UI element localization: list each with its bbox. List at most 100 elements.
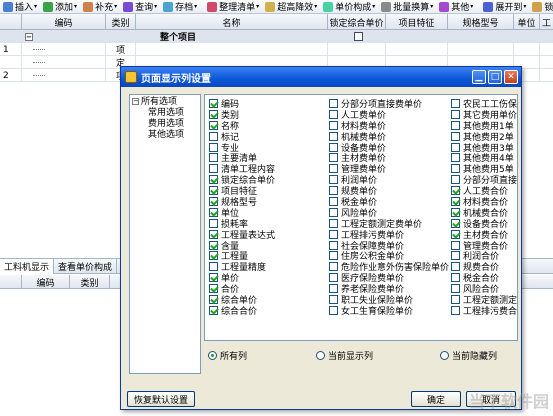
row-expander[interactable]: − [22,30,106,43]
column-header-2[interactable]: 类别 [106,14,136,30]
lower-col-category[interactable]: 类别 [70,275,110,289]
column-header-7[interactable]: 单位 [514,14,540,30]
toolbar-button-5[interactable]: 整理清单 ▾ [204,0,262,13]
toolbar-button-0[interactable]: 插入 ▾ [0,0,40,13]
tab-material-display[interactable]: 工料机显示 [0,258,55,274]
toolbar-button-8[interactable]: 批量换算 ▾ [378,0,436,13]
option-checkbox[interactable] [209,229,218,239]
toolbar-button-11[interactable]: 锁定清单▾ [529,0,553,13]
radio-dot[interactable] [208,350,217,360]
option-checkbox[interactable] [329,120,338,130]
option-col1-0[interactable]: 编码 [209,98,275,110]
column-header-5[interactable]: 项目特征 [386,14,448,30]
option-checkbox[interactable] [329,251,338,261]
option-checkbox[interactable] [209,251,218,261]
collapse-icon[interactable]: − [132,98,139,105]
tab-unit-price-composition[interactable]: 查看单价构成 [54,258,118,274]
tree-node-all[interactable]: − 所有选项 [132,97,198,108]
lower-col-code[interactable]: 编码 [22,275,70,289]
option-checkbox[interactable] [209,207,218,217]
column-header-0[interactable] [0,14,22,30]
option-checkbox[interactable] [209,294,218,304]
option-col1-3[interactable]: 标记 [209,131,275,143]
option-checkbox[interactable] [329,164,338,174]
option-checkbox[interactable] [209,284,218,294]
option-checkbox[interactable] [451,305,460,315]
option-checkbox[interactable] [209,273,218,283]
column-header-6[interactable]: 规格型号 [448,14,514,30]
option-checkbox[interactable] [209,164,218,174]
option-checkbox[interactable] [209,142,218,152]
dialog-titlebar[interactable]: 页面显示列设置 ▁ □ ✕ [121,67,521,87]
toolbar-button-3[interactable]: 查询 ▾ [120,0,160,13]
option-checkbox[interactable] [329,284,338,294]
option-col1-2[interactable]: 名称 [209,120,275,132]
toolbar-button-6[interactable]: 超高降效 ▾ [262,0,320,13]
toolbar-button-9[interactable]: 其他 ▾ [436,0,476,13]
option-checkbox[interactable] [329,98,338,108]
option-checkbox[interactable] [451,207,460,217]
option-checkbox[interactable] [451,131,460,141]
option-checkbox[interactable] [329,229,338,239]
option-checkbox[interactable] [451,251,460,261]
toolbar-button-7[interactable]: 单价构成 ▾ [320,0,378,13]
option-checkbox[interactable] [451,273,460,283]
column-header-1[interactable]: 编码 [22,14,106,30]
toolbar-button-4[interactable]: 存档 ▾ [160,0,200,13]
option-checkbox[interactable] [451,120,460,130]
group-row[interactable]: − 整个项目 [0,30,553,43]
option-checkbox[interactable] [451,218,460,228]
option-checkbox[interactable] [329,240,338,250]
option-checkbox[interactable] [451,98,460,108]
option-checkbox[interactable] [209,153,218,163]
option-checkbox[interactable] [451,262,460,272]
option-checkbox[interactable] [451,284,460,294]
option-checkbox[interactable] [209,131,218,141]
option-col1-15[interactable]: 工程量精度 [209,261,275,273]
option-checkbox[interactable] [209,262,218,272]
option-checkbox[interactable] [209,98,218,108]
option-checkbox[interactable] [451,109,460,119]
option-checkbox[interactable] [209,240,218,250]
option-col1-12[interactable]: 工程量表达式 [209,229,275,241]
maximize-button[interactable]: □ [488,70,502,84]
option-checkbox[interactable] [451,196,460,206]
restore-defaults-button[interactable]: 恢复默认设置 [127,391,195,407]
option-col1-1[interactable]: 类别 [209,109,275,121]
option-col1-9[interactable]: 规格型号 [209,196,275,208]
option-checkbox[interactable] [329,131,338,141]
column-header-8[interactable]: 工 [540,14,553,30]
option-checkbox[interactable] [451,186,460,196]
option-checkbox[interactable] [329,186,338,196]
radio-1[interactable]: 当前显示列 [316,349,373,362]
option-checkbox[interactable] [329,262,338,272]
toolbar-button-2[interactable]: 补充 ▾ [80,0,120,13]
tree-node-cost[interactable]: 费用选项 [132,119,198,130]
option-checkbox[interactable] [209,186,218,196]
option-col1-19[interactable]: 综合合价 [209,305,275,317]
ok-button[interactable]: 确定 [411,391,461,407]
option-checkbox[interactable] [209,109,218,119]
close-button[interactable]: ✕ [504,70,518,84]
option-col1-16[interactable]: 单价 [209,272,275,284]
option-checkbox[interactable] [329,294,338,304]
option-checkbox[interactable] [209,305,218,315]
option-checkbox[interactable] [329,153,338,163]
option-checkbox[interactable] [329,305,338,315]
tree-node-common[interactable]: 常用选项 [132,108,198,119]
option-checkbox[interactable] [209,196,218,206]
option-checkbox[interactable] [451,142,460,152]
table-row[interactable]: 1项 [0,43,553,56]
option-checkbox[interactable] [329,142,338,152]
option-checkbox[interactable] [451,294,460,304]
minimize-button[interactable]: ▁ [472,70,486,84]
option-checkbox[interactable] [451,153,460,163]
option-checkbox[interactable] [451,164,460,174]
tree-node-other[interactable]: 其他选项 [132,130,198,141]
option-col3-19[interactable]: 工程排污费合 [451,305,517,317]
option-checkbox[interactable] [329,196,338,206]
option-col2-19[interactable]: 女工生育保险单价 [329,305,449,317]
radio-2[interactable]: 当前隐藏列 [440,349,497,362]
toolbar-button-10[interactable]: 展开到 ▾ [480,0,529,13]
option-checkbox[interactable] [451,175,460,185]
